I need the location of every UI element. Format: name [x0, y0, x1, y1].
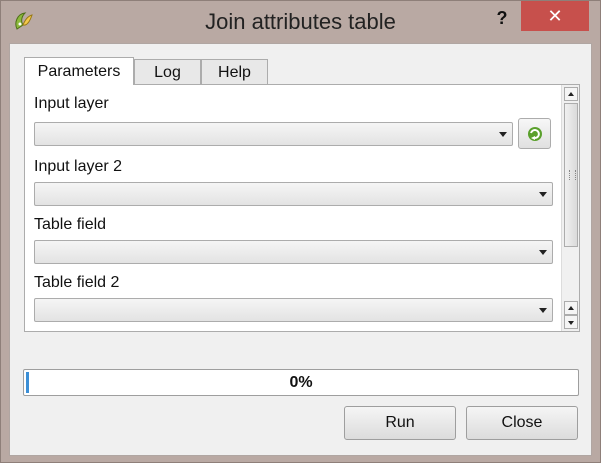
run-button[interactable]: Run: [344, 406, 456, 440]
input-layer-2-label: Input layer 2: [34, 158, 123, 175]
scroll-down-arrow-icon[interactable]: [564, 315, 578, 329]
table-field-2-combo[interactable]: [34, 298, 553, 322]
dropdown-arrow-icon: [499, 132, 507, 137]
tab-log[interactable]: Log: [134, 59, 201, 84]
dropdown-arrow-icon: [539, 250, 547, 255]
scrollbar-thumb[interactable]: [564, 103, 578, 247]
scroll-up-arrow-icon[interactable]: [564, 301, 578, 315]
table-field-2-label: Table field 2: [34, 274, 120, 291]
close-button[interactable]: Close: [466, 406, 578, 440]
scroll-up-arrow-icon[interactable]: [564, 87, 578, 101]
dropdown-arrow-icon: [539, 192, 547, 197]
dropdown-arrow-icon: [539, 308, 547, 313]
help-button[interactable]: ?: [489, 7, 515, 29]
iterate-icon: [528, 127, 542, 141]
input-layer-combo[interactable]: [34, 122, 513, 146]
scrollbar-grip-icon: [569, 170, 576, 180]
iterate-button[interactable]: [518, 118, 551, 149]
tab-help[interactable]: Help: [201, 59, 268, 84]
input-layer-label: Input layer: [34, 95, 109, 112]
window-close-button[interactable]: ✕: [521, 1, 589, 31]
dialog-window: Join attributes table ? ✕ Parameters Log…: [0, 0, 601, 463]
input-layer-2-combo[interactable]: [34, 182, 553, 206]
vertical-scrollbar[interactable]: [561, 85, 579, 331]
progress-text: 0%: [289, 374, 313, 391]
table-field-combo[interactable]: [34, 240, 553, 264]
dialog-client-area: Parameters Log Help Input layer Input la…: [9, 43, 592, 456]
parameters-panel: Input layer Input layer 2 Table field Ta…: [24, 84, 580, 332]
close-icon: ✕: [547, 6, 563, 26]
tab-parameters[interactable]: Parameters: [24, 57, 134, 85]
table-field-label: Table field: [34, 216, 107, 233]
title-bar[interactable]: Join attributes table ? ✕: [1, 1, 600, 43]
progress-bar: 0%: [23, 369, 579, 396]
